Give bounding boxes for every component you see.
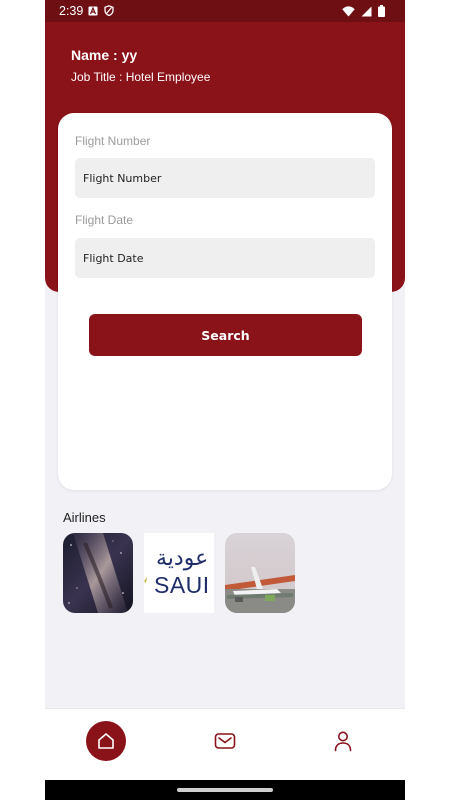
status-bar: 2:39 (45, 0, 405, 22)
battery-icon (378, 5, 385, 17)
nav-home-button[interactable] (86, 721, 126, 761)
flight-number-field[interactable]: Flight Number (75, 158, 375, 198)
user-name: Name : yy (71, 47, 138, 63)
flight-number-label: Flight Number (75, 134, 151, 148)
airlines-title: Airlines (63, 510, 106, 525)
search-button[interactable]: Search (89, 314, 362, 356)
bottom-navigation (45, 708, 405, 781)
home-icon (98, 733, 114, 749)
status-icons-right (342, 5, 385, 17)
status-time: 2:39 (59, 4, 84, 18)
mail-icon (214, 733, 236, 749)
galaxy-image (63, 533, 133, 613)
profile-icon (334, 731, 352, 752)
gesture-bar (45, 780, 405, 800)
saudia-logo-text: SAUI (154, 572, 210, 598)
flight-date-label: Flight Date (75, 213, 134, 227)
flight-number-value: Flight Number (83, 171, 162, 185)
flight-search-card: Flight Number Flight Number Flight Date … (58, 113, 392, 490)
app-screen: 2:39 Name : yy Job Title: Hotel Employe… (45, 0, 405, 800)
airport-image (225, 533, 295, 613)
airline-item-galaxy[interactable] (63, 533, 133, 613)
a-badge-icon (88, 5, 98, 15)
status-icons-left (88, 5, 114, 16)
nav-mail-button[interactable] (205, 721, 245, 761)
flight-date-value: Flight Date (83, 251, 144, 265)
wifi-icon (342, 5, 355, 16)
gesture-handle[interactable] (177, 788, 273, 792)
signal-icon (361, 6, 372, 16)
shield-icon (104, 5, 114, 16)
airline-item-saudia[interactable]: عودية SAUI (144, 533, 214, 613)
flight-date-field[interactable]: Flight Date (75, 238, 375, 278)
saudia-arabic-text: عودية (156, 546, 209, 571)
user-job-title: Job Title : Hotel Employee (71, 70, 211, 84)
airline-item-airport[interactable] (225, 533, 295, 613)
nav-profile-button[interactable] (323, 721, 363, 761)
